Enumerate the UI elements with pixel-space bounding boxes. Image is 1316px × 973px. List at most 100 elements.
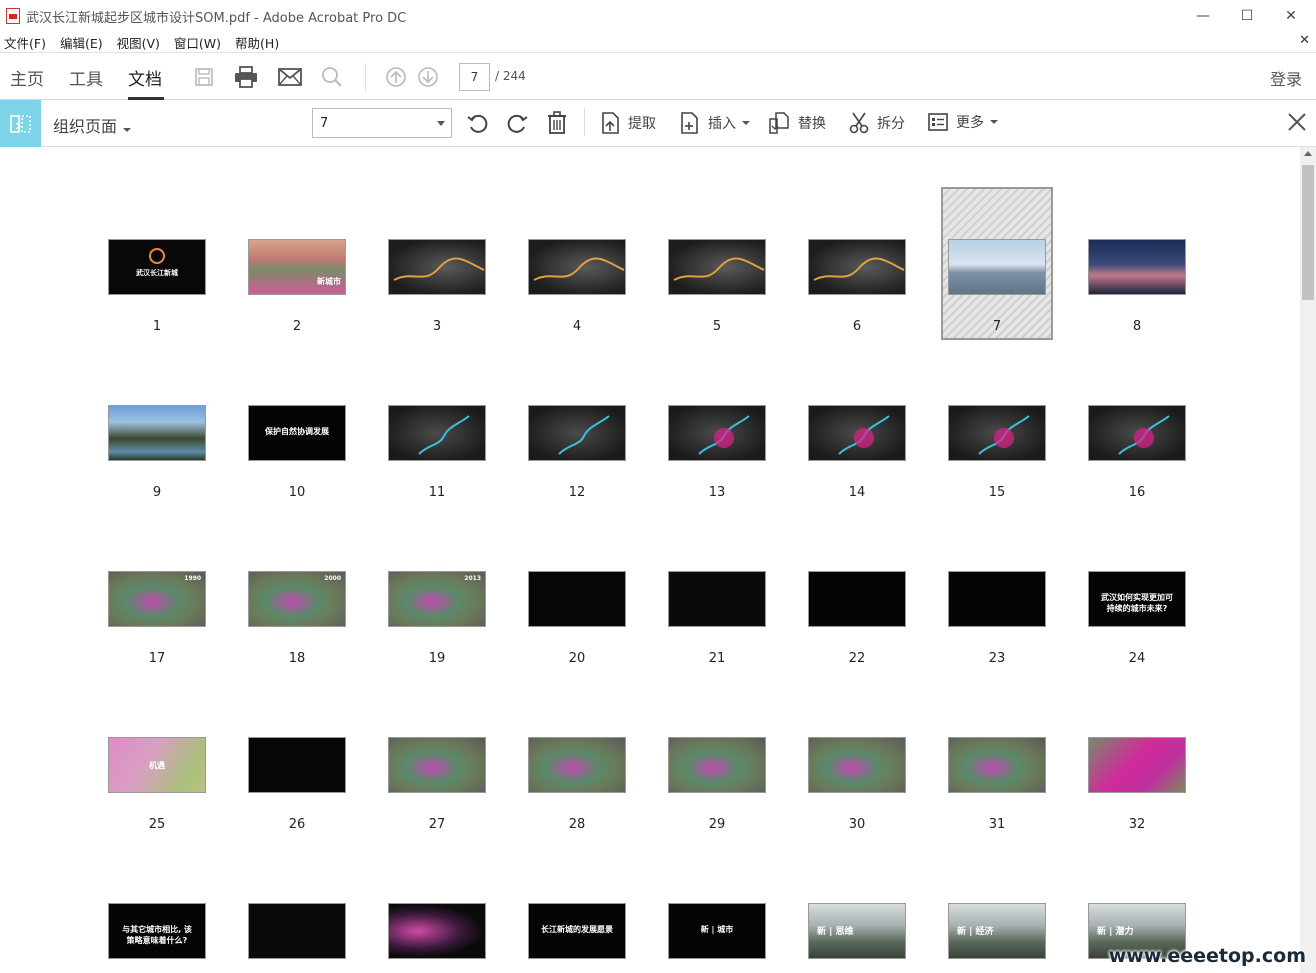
page-number-label: 18 [288,651,306,666]
menu-window[interactable]: 窗口(W) [174,33,221,52]
page-thumbnail[interactable] [948,737,1046,793]
page-thumbnail[interactable] [388,239,486,295]
close-window-button[interactable]: ✕ [1268,0,1314,32]
map-line-graphic [698,415,750,455]
page-number-label: 6 [852,319,862,334]
close-document-button[interactable]: ✕ [1299,33,1310,48]
rotate-left-button[interactable] [466,111,498,135]
page-thumbnail[interactable] [1088,405,1186,461]
page-thumbnail[interactable] [808,571,906,627]
tab-tools[interactable]: 工具 [69,65,103,90]
page-thumbnail[interactable]: 1990 [108,571,206,627]
email-icon[interactable] [278,65,302,89]
page-thumbnail[interactable] [388,737,486,793]
vertical-scrollbar[interactable] [1300,147,1316,973]
extract-label: 提取 [628,116,656,132]
thumbnail-text: 新 | 经济 [957,927,994,937]
insert-button[interactable]: 插入 [680,112,750,134]
page-thumbnail[interactable] [528,405,626,461]
page-thumbnail[interactable]: 新 | 城市 [668,903,766,959]
page-range-select[interactable]: 7 [312,108,452,138]
maximize-button[interactable]: ☐ [1224,0,1270,32]
more-button[interactable]: 更多 [928,112,998,132]
page-thumbnail[interactable] [248,903,346,959]
page-thumbnail[interactable] [948,239,1046,295]
tab-document[interactable]: 文档 [128,65,162,90]
search-icon[interactable] [320,65,344,89]
previous-page-icon[interactable] [384,65,408,89]
close-organize-button[interactable] [1286,111,1308,137]
page-thumbnail[interactable] [388,405,486,461]
page-thumbnail[interactable] [948,405,1046,461]
page-thumbnail[interactable]: 新 | 思维 [808,903,906,959]
page-thumbnail[interactable] [668,571,766,627]
minimize-button[interactable]: — [1180,0,1226,32]
page-thumbnail-grid[interactable]: 武汉长江新城 1 新城市 2 3 4 5 6 7 8 9 保护自然协调发展 10 11 12 13 14 15 16… [0,147,1300,973]
replace-label: 替换 [798,116,826,132]
extract-button[interactable]: 提取 [600,112,656,134]
page-thumbnail[interactable]: 新 | 经济 [948,903,1046,959]
page-thumbnail[interactable] [528,571,626,627]
menu-edit[interactable]: 编辑(E) [60,33,103,52]
page-thumbnail[interactable]: 新城市 [248,239,346,295]
thumbnail-text: 长江新城的发展愿景 [541,925,613,934]
thumbnail-text: 新城市 [317,277,341,286]
page-number-label: 14 [848,485,866,500]
page-number-label: 15 [988,485,1006,500]
map-line-graphic [418,415,470,455]
thumbnail-text: 与其它城市相比, 该策略意味着什么? [122,925,192,945]
page-thumbnail[interactable]: 2000 [248,571,346,627]
login-button[interactable]: 登录 [1270,66,1302,90]
rotate-left-icon [467,114,488,133]
print-icon[interactable] [234,65,258,89]
watermark: www.eeeetop.com [1108,945,1306,967]
page-thumbnail[interactable] [668,239,766,295]
page-thumbnail[interactable]: 2013 [388,571,486,627]
map-line-graphic [813,257,905,281]
delete-page-button[interactable] [546,111,576,135]
more-options-icon [928,113,948,131]
organize-pages-title[interactable]: 组织页面 [53,113,132,137]
next-page-icon[interactable] [416,65,440,89]
page-thumbnail[interactable]: 长江新城的发展愿景 [528,903,626,959]
page-thumbnail[interactable] [1088,737,1186,793]
save-icon[interactable] [192,65,216,89]
rotate-right-button[interactable] [505,111,537,135]
organize-pages-icon[interactable] [0,100,41,147]
page-thumbnail[interactable] [948,571,1046,627]
page-number-label: 17 [148,651,166,666]
insert-label: 插入 [708,116,736,132]
scroll-up-icon[interactable] [1304,151,1312,156]
menu-view[interactable]: 视图(V) [117,33,160,52]
page-thumbnail[interactable] [1088,239,1186,295]
page-number-input[interactable]: 7 [459,63,490,91]
extract-icon [602,112,619,134]
page-thumbnail[interactable] [248,737,346,793]
page-number-label: 20 [568,651,586,666]
page-thumbnail[interactable]: 与其它城市相比, 该策略意味着什么? [108,903,206,959]
split-button[interactable]: 拆分 [849,112,905,134]
page-thumbnail[interactable] [668,737,766,793]
page-thumbnail[interactable] [808,405,906,461]
replace-button[interactable]: 替换 [768,112,826,134]
organize-pages-label: 组织页面 [53,117,118,136]
page-thumbnail[interactable] [528,737,626,793]
page-thumbnail[interactable] [528,239,626,295]
menu-help[interactable]: 帮助(H) [235,33,279,52]
map-line-graphic [978,415,1030,455]
page-thumbnail[interactable]: 武汉如何实现更加可持续的城市未来? [1088,571,1186,627]
page-thumbnail[interactable] [388,903,486,959]
page-thumbnail[interactable] [668,405,766,461]
menu-file[interactable]: 文件(F) [4,33,46,52]
page-thumbnail[interactable] [808,239,906,295]
scrollbar-thumb[interactable] [1302,165,1314,300]
page-thumbnail[interactable] [108,405,206,461]
page-total: / 244 [495,69,526,83]
tab-home[interactable]: 主页 [10,65,44,90]
page-thumbnail[interactable] [808,737,906,793]
thumbnail-text: 新 | 潜力 [1097,927,1134,937]
page-thumbnail[interactable]: 保护自然协调发展 [248,405,346,461]
page-thumbnail[interactable]: 武汉长江新城 [108,239,206,295]
page-number-label: 5 [712,319,722,334]
page-thumbnail[interactable]: 机遇 [108,737,206,793]
